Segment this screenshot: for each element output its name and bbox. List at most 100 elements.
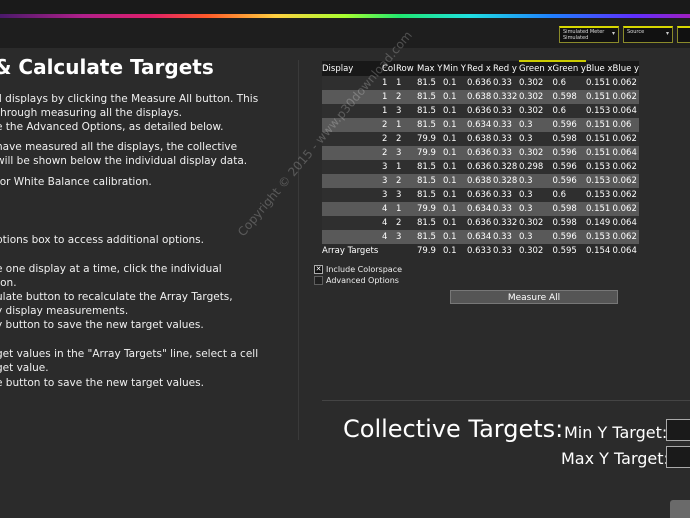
table-cell[interactable] — [322, 146, 382, 160]
table-cell[interactable]: 1 — [382, 76, 396, 90]
table-cell[interactable]: 0.062 — [613, 76, 640, 90]
table-cell[interactable]: 81.5 — [417, 230, 443, 244]
table-cell[interactable]: 0.328 — [493, 160, 519, 174]
table-cell[interactable]: 0.1 — [443, 174, 467, 188]
table-row[interactable]: 2 1 81.5 0.1 0.634 0.33 0.3 0.596 0.151 0.06 — [322, 118, 640, 132]
table-cell[interactable]: 0.153 — [586, 160, 613, 174]
table-cell[interactable]: 0.1 — [443, 132, 467, 146]
table-cell[interactable]: 0.302 — [519, 76, 552, 90]
table-cell[interactable]: 0.598 — [552, 132, 585, 146]
table-cell[interactable]: 0.33 — [493, 146, 519, 160]
table-cell[interactable]: 0.636 — [467, 76, 493, 90]
table-cell[interactable] — [322, 174, 382, 188]
table-cell[interactable]: 0.634 — [467, 230, 493, 244]
table-cell[interactable]: 2 — [396, 90, 417, 104]
table-cell[interactable]: 0.064 — [613, 146, 640, 160]
table-cell[interactable]: 0.1 — [443, 230, 467, 244]
table-cell[interactable]: 0.638 — [467, 132, 493, 146]
table-cell[interactable]: 81.5 — [417, 188, 443, 202]
array-targets-cell[interactable]: 0.633 — [467, 244, 493, 258]
table-cell[interactable]: 0.1 — [443, 90, 467, 104]
table-row[interactable]: 2 2 79.9 0.1 0.638 0.33 0.3 0.598 0.151 0.062 — [322, 132, 640, 146]
table-cell[interactable]: 3 — [382, 160, 396, 174]
table-cell[interactable]: 0.153 — [586, 188, 613, 202]
table-cell[interactable] — [322, 216, 382, 230]
column-header[interactable]: Blue y — [613, 61, 640, 76]
table-cell[interactable]: 0.1 — [443, 216, 467, 230]
table-cell[interactable]: 0.1 — [443, 118, 467, 132]
table-cell[interactable]: 0.151 — [586, 90, 613, 104]
array-targets-cell[interactable]: 0.302 — [519, 244, 552, 258]
table-row[interactable]: 1 2 81.5 0.1 0.638 0.332 0.302 0.598 0.151 0.062 — [322, 90, 640, 104]
table-cell[interactable]: 0.598 — [552, 216, 585, 230]
table-cell[interactable]: 81.5 — [417, 160, 443, 174]
table-cell[interactable]: 2 — [396, 216, 417, 230]
table-cell[interactable] — [322, 230, 382, 244]
table-cell[interactable]: 0.062 — [613, 160, 640, 174]
table-cell[interactable]: 79.9 — [417, 202, 443, 216]
table-cell[interactable]: 81.5 — [417, 174, 443, 188]
table-cell[interactable]: 3 — [396, 104, 417, 118]
array-targets-cell[interactable]: 0.064 — [613, 244, 640, 258]
table-cell[interactable]: 81.5 — [417, 76, 443, 90]
table-row[interactable]: 4 3 81.5 0.1 0.634 0.33 0.3 0.596 0.153 0.062 — [322, 230, 640, 244]
table-cell[interactable]: 2 — [382, 132, 396, 146]
table-cell[interactable]: 79.9 — [417, 146, 443, 160]
include-colorspace-option[interactable]: ✕ Include Colorspace — [314, 265, 402, 274]
measure-all-button[interactable]: Measure All — [450, 290, 618, 304]
table-cell[interactable]: 3 — [396, 188, 417, 202]
table-cell[interactable]: 0.33 — [493, 76, 519, 90]
table-cell[interactable]: 0.636 — [467, 188, 493, 202]
table-cell[interactable]: 0.062 — [613, 90, 640, 104]
table-cell[interactable]: 81.5 — [417, 90, 443, 104]
table-cell[interactable]: 0.636 — [467, 104, 493, 118]
table-cell[interactable] — [322, 202, 382, 216]
table-cell[interactable]: 0.151 — [586, 118, 613, 132]
source-dropdown[interactable]: Source ▾ — [623, 26, 673, 43]
table-cell[interactable]: 0.3 — [519, 174, 552, 188]
table-cell[interactable]: 0.3 — [519, 230, 552, 244]
table-row[interactable]: 3 1 81.5 0.1 0.636 0.328 0.298 0.596 0.153 0.062 — [322, 160, 640, 174]
table-cell[interactable]: 0.33 — [493, 188, 519, 202]
table-cell[interactable]: 0.062 — [613, 188, 640, 202]
table-cell[interactable]: 0.151 — [586, 202, 613, 216]
table-cell[interactable]: 1 — [396, 160, 417, 174]
table-cell[interactable]: 0.1 — [443, 202, 467, 216]
array-targets-cell[interactable] — [382, 244, 396, 258]
table-cell[interactable]: 0.33 — [493, 104, 519, 118]
column-header[interactable]: Red y — [493, 61, 519, 76]
table-cell[interactable]: 0.3 — [519, 202, 552, 216]
table-cell[interactable]: 0.6 — [552, 76, 585, 90]
table-row[interactable]: 2 3 79.9 0.1 0.636 0.33 0.302 0.596 0.151 0.064 — [322, 146, 640, 160]
table-cell[interactable]: 0.328 — [493, 174, 519, 188]
table-cell[interactable]: 0.636 — [467, 216, 493, 230]
table-cell[interactable]: 0.332 — [493, 90, 519, 104]
table-row[interactable]: 4 1 79.9 0.1 0.634 0.33 0.3 0.598 0.151 0.062 — [322, 202, 640, 216]
table-cell[interactable]: 0.153 — [586, 230, 613, 244]
table-cell[interactable]: 0.1 — [443, 146, 467, 160]
table-row[interactable]: 3 3 81.5 0.1 0.636 0.33 0.3 0.6 0.153 0.062 — [322, 188, 640, 202]
table-cell[interactable]: 0.064 — [613, 104, 640, 118]
array-targets-cell[interactable]: 0.1 — [443, 244, 467, 258]
table-cell[interactable]: 0.636 — [467, 146, 493, 160]
table-cell[interactable]: 0.634 — [467, 202, 493, 216]
column-header[interactable]: Row — [396, 61, 417, 76]
table-cell[interactable]: 0.634 — [467, 118, 493, 132]
column-header[interactable]: Max Y — [417, 61, 443, 76]
table-cell[interactable]: 0.06 — [613, 118, 640, 132]
include-colorspace-checkbox[interactable]: ✕ — [314, 265, 323, 274]
table-cell[interactable]: 0.33 — [493, 202, 519, 216]
table-cell[interactable]: 4 — [382, 216, 396, 230]
table-cell[interactable]: 4 — [382, 230, 396, 244]
table-cell[interactable]: 1 — [382, 90, 396, 104]
table-cell[interactable]: 0.1 — [443, 160, 467, 174]
extra-dropdown[interactable] — [677, 26, 690, 43]
table-cell[interactable] — [322, 188, 382, 202]
table-cell[interactable]: 0.062 — [613, 230, 640, 244]
table-row[interactable]: 3 2 81.5 0.1 0.638 0.328 0.3 0.596 0.153 0.062 — [322, 174, 640, 188]
table-cell[interactable]: 0.062 — [613, 202, 640, 216]
min-y-target-input[interactable] — [666, 419, 690, 441]
table-cell[interactable]: 0.149 — [586, 216, 613, 230]
table-cell[interactable]: 2 — [382, 118, 396, 132]
table-cell[interactable]: 0.302 — [519, 104, 552, 118]
